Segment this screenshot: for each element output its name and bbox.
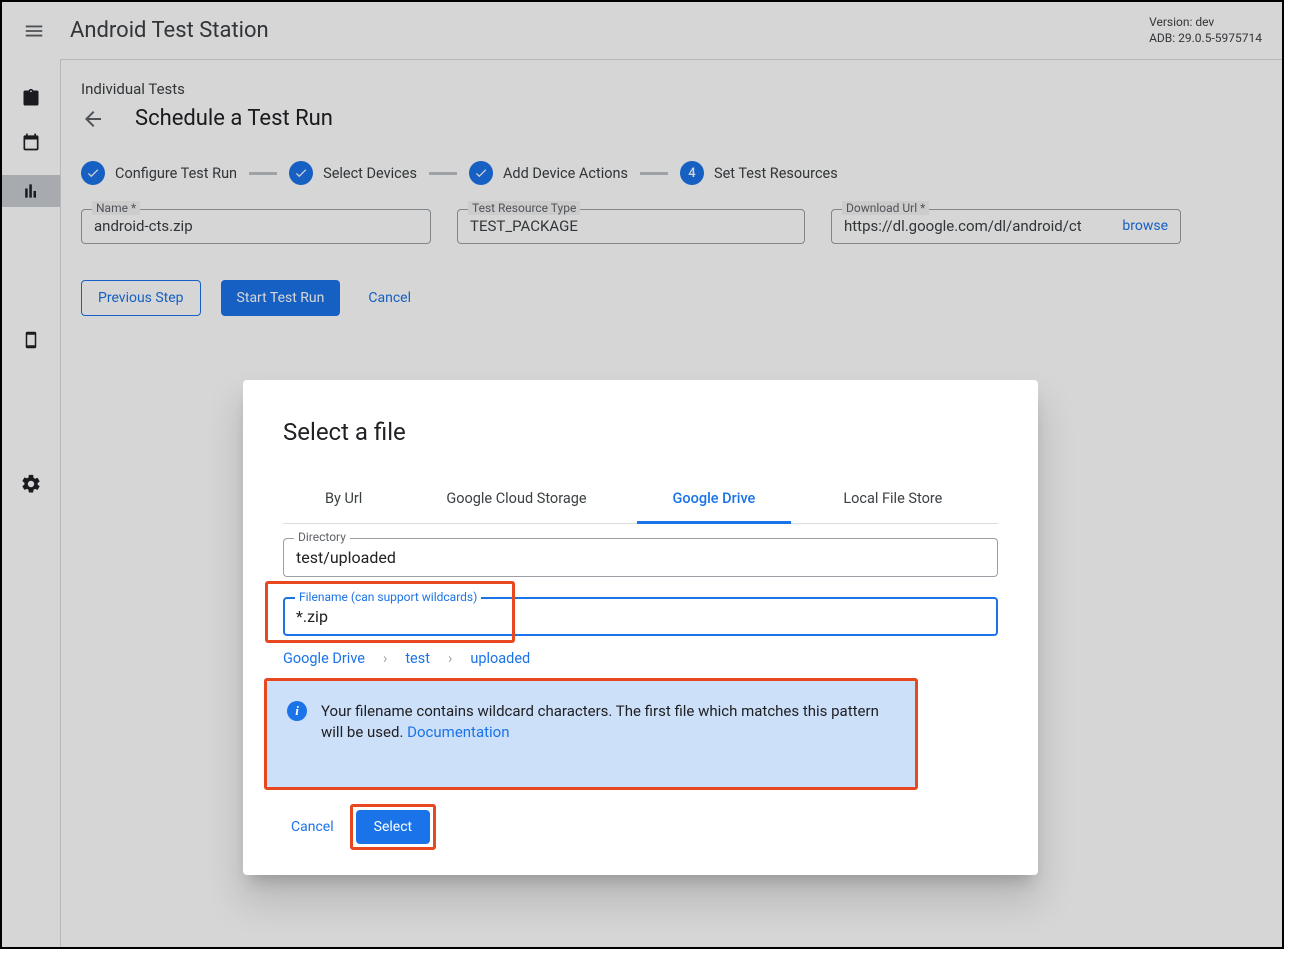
clipboard-icon[interactable] [20,87,42,109]
start-test-run-button[interactable]: Start Test Run [221,280,341,316]
name-field[interactable]: Name * android-cts.zip [81,209,431,244]
field-label: Name * [92,201,140,215]
gear-icon[interactable] [20,473,42,495]
url-field[interactable]: Download Url * https://dl.google.com/dl/… [831,209,1181,244]
info-text: Your filename contains wildcard characte… [321,701,895,743]
tab-by-url[interactable]: By Url [303,476,384,523]
bar-chart-icon[interactable] [2,175,60,207]
crumb-uploaded[interactable]: uploaded [470,650,530,667]
dialog-select-button[interactable]: Select [356,810,430,844]
page-title: Schedule a Test Run [135,106,333,131]
directory-field[interactable]: Directory [283,538,998,577]
check-icon [469,161,493,185]
check-icon [81,161,105,185]
field-value: https://dl.google.com/dl/android/ct [844,217,1112,235]
version-info: Version: dev ADB: 29.0.5-5975714 [1149,15,1262,46]
documentation-link[interactable]: Documentation [407,723,509,741]
crumb-test[interactable]: test [405,650,430,667]
directory-input[interactable] [296,548,985,567]
calendar-icon[interactable] [20,131,42,153]
side-rail [2,59,60,947]
step-configure[interactable]: Configure Test Run [81,161,237,185]
step-number: 4 [680,161,704,185]
top-bar: Android Test Station Version: dev ADB: 2… [2,2,1282,59]
tab-local-store[interactable]: Local File Store [821,476,964,523]
check-icon [289,161,313,185]
info-banner: i Your filename contains wildcard charac… [267,681,915,787]
menu-icon[interactable] [22,19,46,43]
step-label: Add Device Actions [503,165,628,182]
type-field[interactable]: Test Resource Type TEST_PACKAGE [457,209,805,244]
info-icon: i [287,701,307,721]
back-arrow-icon[interactable] [81,107,105,131]
field-label: Filename (can support wildcards) [295,590,481,604]
step-devices[interactable]: Select Devices [289,161,417,185]
field-label: Download Url * [842,201,929,215]
step-resources[interactable]: 4 Set Test Resources [680,161,838,185]
app-title: Android Test Station [70,18,269,43]
select-file-dialog: Select a file By Url Google Cloud Storag… [243,380,1038,875]
tab-gcs[interactable]: Google Cloud Storage [424,476,608,523]
filename-input[interactable] [296,607,985,626]
field-label: Test Resource Type [468,201,580,215]
field-value: TEST_PACKAGE [470,217,792,235]
dialog-cancel-button[interactable]: Cancel [283,809,342,845]
stepper: Configure Test Run Select Devices Add De… [81,161,1262,185]
connector [249,172,277,175]
previous-step-button[interactable]: Previous Step [81,280,201,316]
info-message: Your filename contains wildcard characte… [321,702,879,741]
breadcrumb: Individual Tests [81,80,1262,98]
filename-field[interactable]: Filename (can support wildcards) [283,597,998,636]
device-icon[interactable] [20,329,42,351]
dialog-title: Select a file [283,418,998,446]
step-label: Set Test Resources [714,165,838,182]
dialog-breadcrumbs: Google Drive › test › uploaded [283,650,998,667]
tab-google-drive[interactable]: Google Drive [637,476,792,524]
step-label: Select Devices [323,165,417,182]
field-value: android-cts.zip [94,217,418,235]
field-label: Directory [294,530,350,544]
version-line: Version: dev [1149,15,1262,31]
dialog-tabs: By Url Google Cloud Storage Google Drive… [283,476,998,524]
crumb-google-drive[interactable]: Google Drive [283,650,365,667]
connector [640,172,668,175]
adb-line: ADB: 29.0.5-5975714 [1149,31,1262,47]
chevron-right-icon: › [448,650,452,667]
connector [429,172,457,175]
cancel-button[interactable]: Cancel [360,280,419,316]
step-label: Configure Test Run [115,165,237,182]
chevron-right-icon: › [383,650,387,667]
browse-link[interactable]: browse [1122,218,1168,234]
step-actions[interactable]: Add Device Actions [469,161,628,185]
